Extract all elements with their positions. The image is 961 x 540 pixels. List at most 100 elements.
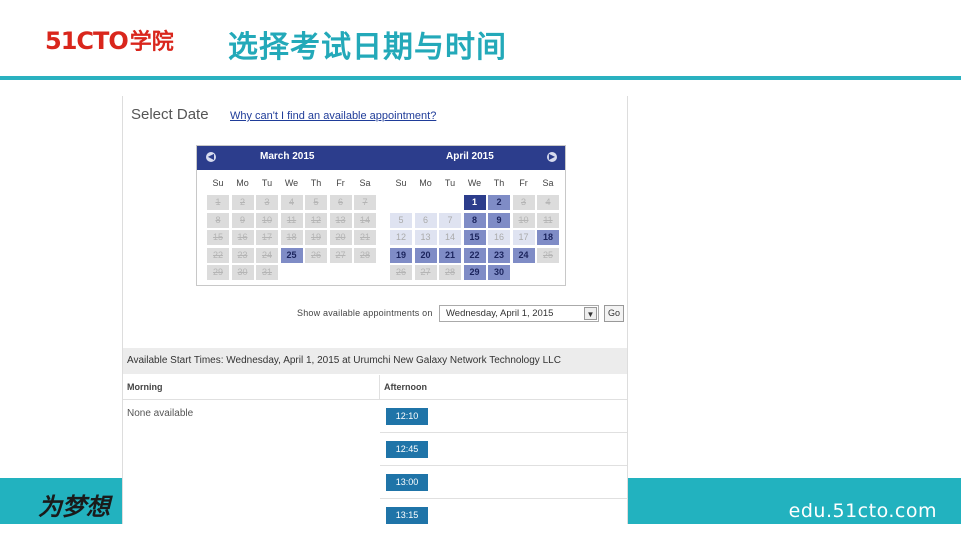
april-day-14: 14: [439, 230, 461, 245]
time-slot-button[interactable]: 13:15: [386, 507, 428, 524]
april-day-20[interactable]: 20: [414, 247, 437, 263]
march-day-13: 13: [329, 212, 352, 228]
appointment-panel: Select Date Why can't I find an availabl…: [122, 96, 628, 524]
march-day-22: 22: [207, 247, 229, 263]
march-day-16: 16: [231, 230, 254, 245]
april-day-1[interactable]: 1: [463, 195, 486, 210]
march-day-21: 21: [354, 230, 376, 245]
march-weekday-label: Th: [310, 178, 322, 188]
april-day-24[interactable]: 24: [512, 247, 535, 263]
april-weekday-label: Mo: [419, 178, 432, 188]
march-day-9: 9: [231, 212, 254, 228]
april-day-30[interactable]: 30: [488, 265, 510, 280]
march-day-14: 14: [354, 212, 376, 228]
april-day-6: 6: [414, 212, 437, 228]
april-day-21[interactable]: 21: [439, 247, 461, 263]
march-day-1: 1: [207, 195, 229, 210]
help-link[interactable]: Why can't I find an available appointmen…: [230, 110, 436, 122]
march-day-26: 26: [305, 247, 327, 263]
april-day-3: 3: [512, 195, 535, 210]
march-day-30: 30: [231, 265, 254, 280]
march-weekday-label: Mo: [236, 178, 249, 188]
march-day-3: 3: [256, 195, 278, 210]
march-day-20: 20: [329, 230, 352, 245]
slot-divider: [380, 498, 627, 499]
times-columns-header: Morning Afternoon: [123, 375, 627, 400]
march-day-28: 28: [354, 247, 376, 263]
month-title-april: April 2015: [446, 151, 494, 162]
april-weekday-label: Tu: [444, 178, 456, 188]
april-day-12: 12: [390, 230, 412, 245]
month-title-march: March 2015: [260, 151, 315, 162]
march-day-18: 18: [280, 230, 303, 245]
slot-divider: [380, 465, 627, 466]
afternoon-column-header: Afternoon: [384, 382, 427, 392]
show-appointments-label: Show available appointments on: [297, 308, 433, 318]
time-slot-button[interactable]: 12:10: [386, 408, 428, 425]
april-day-22[interactable]: 22: [463, 247, 486, 263]
brand-logo: 51CTO 学院: [45, 24, 174, 55]
april-weekday-label: Sa: [542, 178, 554, 188]
logo-number: 51CTO: [45, 27, 129, 55]
chevron-down-icon[interactable]: ▼: [584, 307, 597, 320]
april-day-8[interactable]: 8: [463, 212, 486, 228]
chevron-left-icon[interactable]: ◀: [206, 152, 216, 162]
april-day-17: 17: [512, 230, 535, 245]
april-day-9[interactable]: 9: [488, 212, 510, 228]
march-day-19: 19: [305, 230, 327, 245]
april-weekday-label: We: [467, 178, 482, 188]
go-button[interactable]: Go: [604, 305, 624, 322]
april-day-18[interactable]: 18: [537, 230, 559, 245]
march-day-23: 23: [231, 247, 254, 263]
march-day-6: 6: [329, 195, 352, 210]
april-day-15[interactable]: 15: [463, 230, 486, 245]
available-times-header: Available Start Times: Wednesday, April …: [123, 348, 627, 374]
april-day-23[interactable]: 23: [488, 247, 510, 263]
april-day-26: 26: [390, 265, 412, 280]
april-day-7: 7: [439, 212, 461, 228]
slide-title: 选择考试日期与时间: [228, 30, 507, 65]
march-day-29: 29: [207, 265, 229, 280]
april-day-13: 13: [414, 230, 437, 245]
time-slot-button[interactable]: 12:45: [386, 441, 428, 458]
march-day-7: 7: [354, 195, 376, 210]
march-day-12: 12: [305, 212, 327, 228]
april-day-16: 16: [488, 230, 510, 245]
header-divider: [0, 76, 961, 80]
footer-slogan: 为梦想: [38, 492, 110, 521]
april-day-10: 10: [512, 212, 535, 228]
date-picker: ◀ March 2015 April 2015 ▶ Su Mo Tu We Th Fr Sa…: [196, 145, 566, 286]
march-day-10: 10: [256, 212, 278, 228]
march-weekday-label: Tu: [261, 178, 273, 188]
march-day-4: 4: [280, 195, 303, 210]
select-date-heading: Select Date: [131, 106, 209, 123]
available-times-title: Available Start Times: Wednesday, April …: [127, 355, 561, 366]
march-day-27: 27: [329, 247, 352, 263]
date-select[interactable]: Wednesday, April 1, 2015 ▼: [439, 305, 599, 322]
chevron-right-icon[interactable]: ▶: [547, 152, 557, 162]
march-day-17: 17: [256, 230, 278, 245]
morning-column-header: Morning: [127, 382, 163, 392]
march-day-15: 15: [207, 230, 229, 245]
march-day-25[interactable]: 25: [280, 247, 303, 263]
march-weekday-label: Fr: [336, 178, 345, 188]
april-day-25: 25: [537, 247, 559, 263]
date-select-value: Wednesday, April 1, 2015: [446, 308, 554, 319]
slot-divider: [380, 432, 627, 433]
logo-text: 学院: [129, 30, 174, 55]
march-day-31: 31: [256, 265, 278, 280]
march-day-2: 2: [231, 195, 254, 210]
march-day-11: 11: [280, 212, 303, 228]
april-day-19[interactable]: 19: [390, 247, 412, 263]
april-weekday-label: Fr: [519, 178, 528, 188]
april-day-29[interactable]: 29: [463, 265, 486, 280]
march-weekday-label: Sa: [359, 178, 371, 188]
march-weekday-label: Su: [212, 178, 224, 188]
april-weekday-label: Su: [395, 178, 407, 188]
april-day-28: 28: [439, 265, 461, 280]
column-divider: [379, 375, 380, 399]
march-day-5: 5: [305, 195, 327, 210]
april-day-4: 4: [537, 195, 559, 210]
april-day-2[interactable]: 2: [488, 195, 510, 210]
time-slot-button[interactable]: 13:00: [386, 474, 428, 491]
